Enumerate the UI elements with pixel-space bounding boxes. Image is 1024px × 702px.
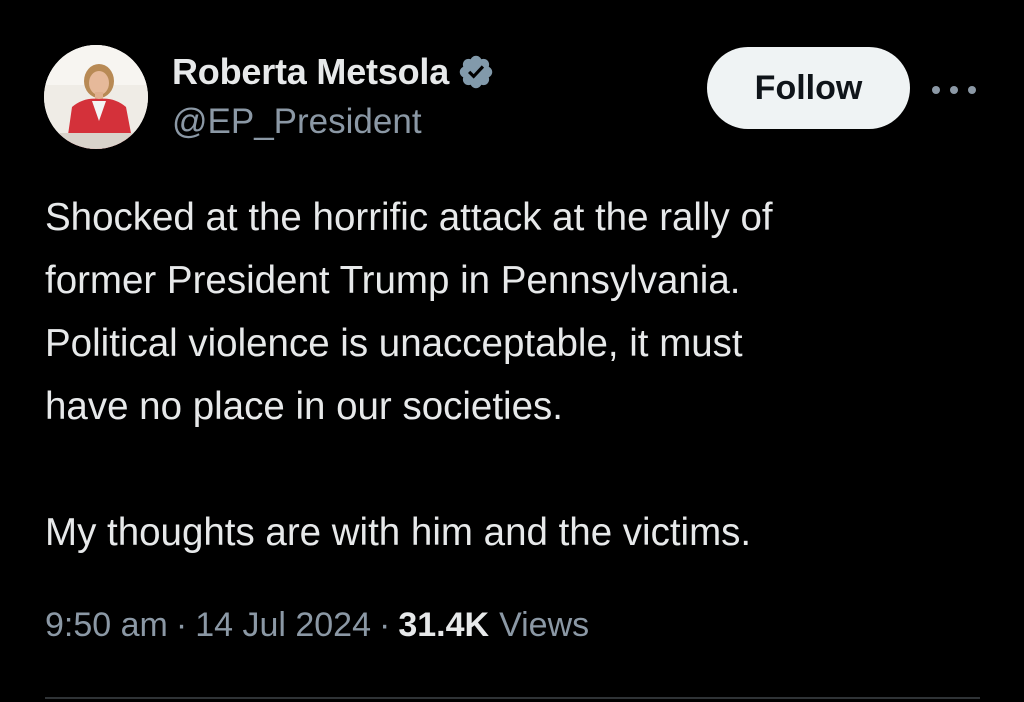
tweet-line: My thoughts are with him and the victims… bbox=[45, 511, 752, 554]
user-handle[interactable]: @EP_President bbox=[172, 102, 495, 142]
follow-button[interactable]: Follow bbox=[707, 47, 910, 129]
name-row: Roberta Metsola bbox=[172, 50, 495, 94]
tweet-date[interactable]: 14 Jul 2024 bbox=[195, 606, 371, 645]
avatar[interactable] bbox=[44, 45, 148, 149]
views-label: Views bbox=[499, 606, 590, 644]
tweet-line: former President Trump in Pennsylvania. bbox=[45, 259, 741, 302]
more-dot bbox=[968, 86, 976, 94]
divider bbox=[45, 697, 980, 699]
tweet-time[interactable]: 9:50 am bbox=[45, 606, 168, 645]
tweet-line: have no place in our societies. bbox=[45, 385, 563, 428]
tweet-meta: 9:50 am · 14 Jul 2024 · 31.4K Views bbox=[45, 606, 589, 645]
tweet-card: Roberta Metsola @EP_President Follow Sho… bbox=[0, 0, 1024, 702]
views-count: 31.4K bbox=[398, 606, 490, 644]
verified-badge-icon bbox=[457, 53, 495, 91]
tweet-text: Shocked at the horrific attack at the ra… bbox=[45, 186, 985, 564]
tweet-line: Political violence is unacceptable, it m… bbox=[45, 322, 743, 365]
more-dot bbox=[932, 86, 940, 94]
more-options-icon[interactable] bbox=[928, 70, 980, 110]
meta-separator: · bbox=[379, 606, 391, 644]
author-info: Roberta Metsola @EP_President bbox=[172, 50, 495, 142]
display-name[interactable]: Roberta Metsola bbox=[172, 51, 449, 93]
meta-separator: · bbox=[175, 606, 188, 644]
avatar-image bbox=[44, 45, 148, 149]
tweet-line: Shocked at the horrific attack at the ra… bbox=[45, 196, 773, 239]
more-dot bbox=[950, 86, 958, 94]
